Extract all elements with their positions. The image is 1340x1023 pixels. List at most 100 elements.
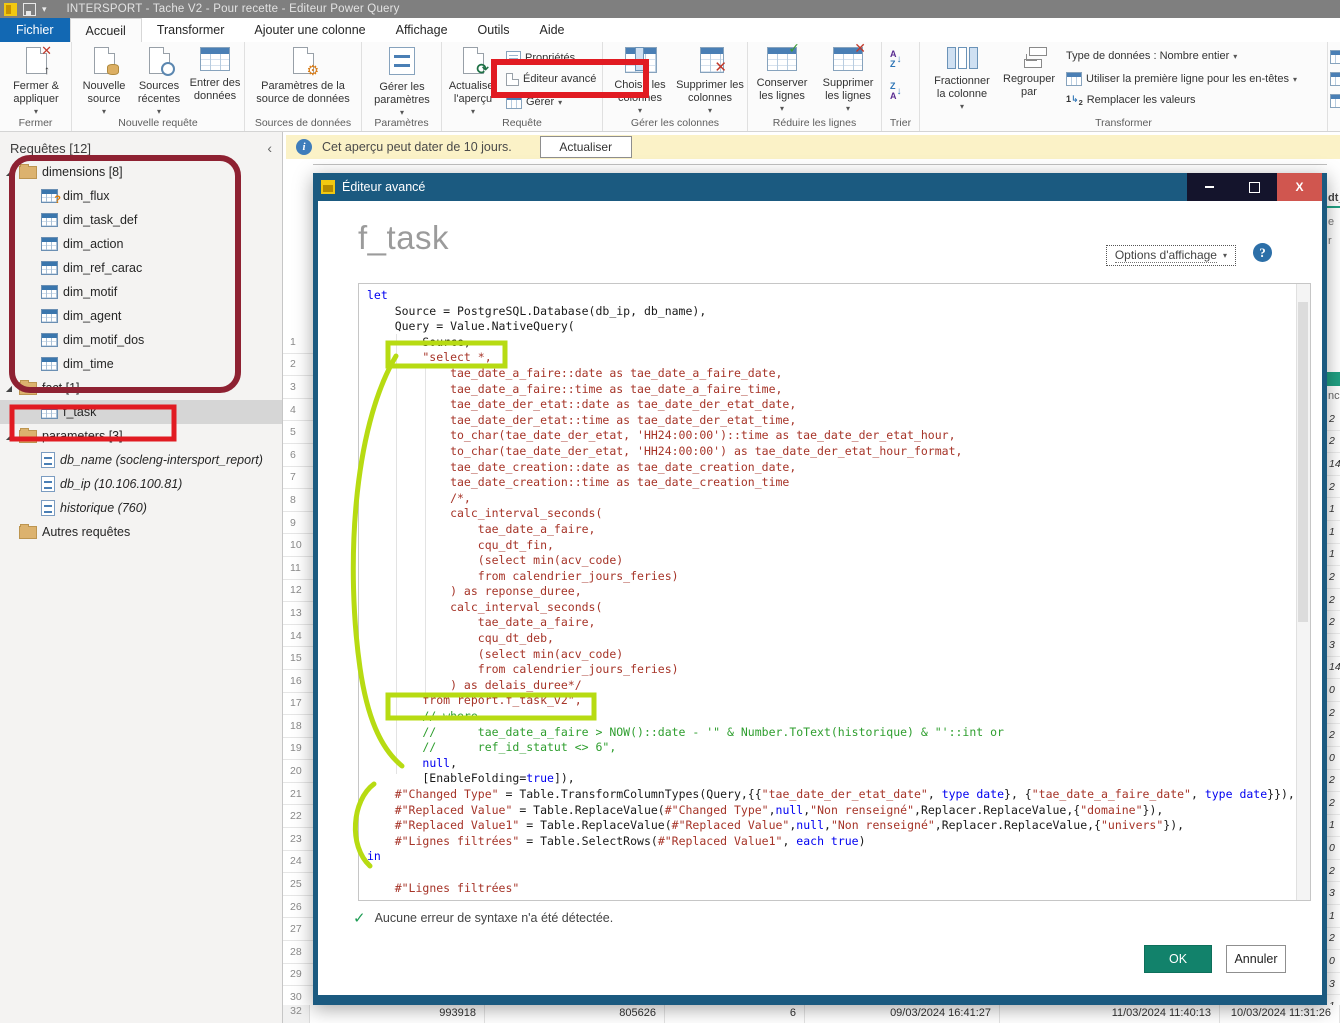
expand-icon[interactable]: ◢ bbox=[4, 168, 14, 177]
help-icon[interactable]: ? bbox=[1253, 243, 1272, 262]
bg-row-number: 17 bbox=[283, 693, 313, 716]
tree-folder[interactable]: ◢fact [1] bbox=[0, 376, 282, 400]
scrollbar-thumb[interactable] bbox=[1298, 302, 1308, 622]
enter-data-button[interactable]: Entrer des données bbox=[188, 47, 242, 102]
close-and-apply-button[interactable]: ✕ ↑ Fermer & appliquer▾ bbox=[6, 47, 66, 117]
combine-files-icon[interactable] bbox=[1330, 94, 1340, 108]
infobar-refresh-button[interactable]: Actualiser bbox=[540, 136, 632, 158]
tab-affichage[interactable]: Affichage bbox=[381, 18, 463, 42]
sort-descending-button[interactable]: ZA↓ bbox=[890, 82, 902, 102]
collapse-pane-icon[interactable]: ‹ bbox=[267, 140, 272, 156]
code-content[interactable]: let Source = PostgreSQL.Database(db_ip, … bbox=[359, 284, 1297, 900]
keep-rows-button[interactable]: ✓ Conserver les lignes▾ bbox=[750, 47, 814, 114]
tree-item-dim_flux[interactable]: ?dim_flux bbox=[0, 184, 282, 208]
display-options-dropdown[interactable]: Options d'affichage ▾ bbox=[1106, 245, 1236, 266]
expand-icon[interactable] bbox=[26, 504, 36, 513]
advanced-editor-button[interactable]: Éditeur avancé bbox=[506, 73, 596, 85]
append-queries-icon[interactable] bbox=[1330, 72, 1340, 86]
maximize-button[interactable] bbox=[1232, 173, 1277, 201]
save-icon[interactable] bbox=[23, 3, 36, 16]
tab-accueil[interactable]: Accueil bbox=[70, 18, 142, 42]
close-button[interactable]: X bbox=[1277, 173, 1322, 201]
tree-folder[interactable]: ◢ dimensions [8] bbox=[0, 160, 282, 184]
bg-row-number: 28 bbox=[283, 941, 313, 964]
table-icon bbox=[41, 405, 58, 419]
expand-icon[interactable]: ◢ bbox=[4, 384, 14, 393]
expand-icon[interactable] bbox=[26, 480, 36, 489]
tree-item-dim_agent[interactable]: dim_agent bbox=[0, 304, 282, 328]
tree-item-dim_motif_dos[interactable]: dim_motif_dos bbox=[0, 328, 282, 352]
expand-icon[interactable]: ◢ bbox=[4, 432, 14, 441]
minimize-icon bbox=[1205, 186, 1214, 188]
sort-ascending-button[interactable]: AZ↓ bbox=[890, 50, 902, 70]
dropdown-caret-icon: ▾ bbox=[102, 107, 106, 116]
expand-icon[interactable] bbox=[26, 408, 36, 417]
expand-icon[interactable] bbox=[26, 336, 36, 345]
tab-outils[interactable]: Outils bbox=[463, 18, 525, 42]
minimize-button[interactable] bbox=[1187, 173, 1232, 201]
table-icon bbox=[41, 237, 58, 251]
merge-queries-icon[interactable] bbox=[1330, 50, 1340, 64]
tree-folder[interactable]: Autres requêtes bbox=[0, 520, 282, 544]
code-scrollbar[interactable] bbox=[1296, 284, 1310, 900]
tab-aide[interactable]: Aide bbox=[524, 18, 579, 42]
expand-icon[interactable] bbox=[26, 216, 36, 225]
replace-values-button[interactable]: 1↳2 Remplacer les valeurs bbox=[1066, 94, 1196, 107]
tab-ajouter-une-colonne[interactable]: Ajouter une colonne bbox=[239, 18, 380, 42]
expand-icon[interactable] bbox=[26, 312, 36, 321]
gear-icon: ⚙ bbox=[306, 63, 319, 77]
bg-row-number: 26 bbox=[283, 896, 313, 919]
data-type-button[interactable]: Type de données : Nombre entier▾ bbox=[1066, 50, 1237, 62]
expand-icon[interactable] bbox=[26, 240, 36, 249]
remove-columns-button[interactable]: ✕ Supprimer les colonnes▾ bbox=[675, 47, 745, 116]
folder-icon bbox=[19, 526, 37, 539]
manage-parameters-button[interactable]: Gérer les paramètres▾ bbox=[370, 47, 434, 118]
tree-item-dim_ref_carac[interactable]: dim_ref_carac bbox=[0, 256, 282, 280]
recent-sources-button[interactable]: Sources récentes▾ bbox=[132, 47, 186, 117]
tab-transformer[interactable]: Transformer bbox=[142, 18, 240, 42]
dialog-titlebar[interactable]: Éditeur avancé X bbox=[318, 173, 1322, 201]
cancel-button[interactable]: Annuler bbox=[1226, 945, 1286, 973]
refresh-preview-button[interactable]: ⟳ Actualiser l'aperçu▾ bbox=[446, 47, 500, 117]
tree-item-historique[interactable]: historique (760) bbox=[0, 496, 282, 520]
expand-icon[interactable] bbox=[4, 528, 14, 537]
expand-icon[interactable] bbox=[26, 288, 36, 297]
tree-item-dim_task_def[interactable]: dim_task_def bbox=[0, 208, 282, 232]
tree-item-dim_motif[interactable]: dim_motif bbox=[0, 280, 282, 304]
choose-columns-button[interactable]: Choisir les colonnes▾ bbox=[607, 47, 673, 116]
expand-icon[interactable] bbox=[26, 360, 36, 369]
tree-item-db_name[interactable]: db_name (socleng-intersport_report) bbox=[0, 448, 282, 472]
tree-item-db_ip[interactable]: db_ip (10.106.100.81) bbox=[0, 472, 282, 496]
use-first-row-headers-button[interactable]: Utiliser la première ligne pour les en-t… bbox=[1066, 72, 1297, 86]
tree-item-label: dimensions [8] bbox=[42, 165, 123, 179]
tree-item-label: historique (760) bbox=[60, 501, 147, 515]
code-line: // where bbox=[367, 709, 1297, 725]
bg-cell-value: 0 bbox=[1327, 679, 1340, 702]
expand-icon[interactable] bbox=[26, 456, 36, 465]
tree-item-dim_action[interactable]: dim_action bbox=[0, 232, 282, 256]
properties-button[interactable]: Propriétés bbox=[506, 51, 575, 65]
tree-item-dim_time[interactable]: dim_time bbox=[0, 352, 282, 376]
maximize-icon bbox=[1249, 182, 1260, 193]
split-column-button[interactable]: Fractionner la colonne▾ bbox=[928, 47, 996, 112]
code-editor[interactable]: let Source = PostgreSQL.Database(db_ip, … bbox=[358, 283, 1311, 901]
group-by-button[interactable]: Regrouper par bbox=[1000, 47, 1058, 98]
apply-arrow-icon: ↑ bbox=[44, 64, 50, 76]
tab-fichier[interactable]: Fichier bbox=[0, 18, 70, 42]
data-source-settings-button[interactable]: ⚙ Paramètres de la source de données bbox=[253, 47, 353, 105]
tree-folder[interactable]: ◢parameters [3] bbox=[0, 424, 282, 448]
group-by-icon bbox=[1016, 47, 1042, 67]
tree-item-f_task[interactable]: f_task bbox=[0, 400, 282, 424]
selected-column-header-fragment bbox=[1327, 372, 1340, 386]
bg-cell-value: 2 bbox=[1327, 566, 1340, 589]
new-source-button[interactable]: Nouvelle source▾ bbox=[78, 47, 130, 117]
ok-button[interactable]: OK bbox=[1144, 945, 1212, 973]
remove-rows-button[interactable]: ✕ Supprimer les lignes▾ bbox=[816, 47, 880, 114]
remove-x-icon: ✕ bbox=[714, 60, 727, 75]
manage-query-button[interactable]: Gérer▾ bbox=[506, 95, 562, 109]
tree-item-label: dim_time bbox=[63, 357, 114, 371]
quick-access-caret-icon[interactable]: ▾ bbox=[42, 4, 47, 15]
expand-icon[interactable] bbox=[26, 192, 36, 201]
expand-icon[interactable] bbox=[26, 264, 36, 273]
bg-row-number: 5 bbox=[283, 421, 313, 444]
